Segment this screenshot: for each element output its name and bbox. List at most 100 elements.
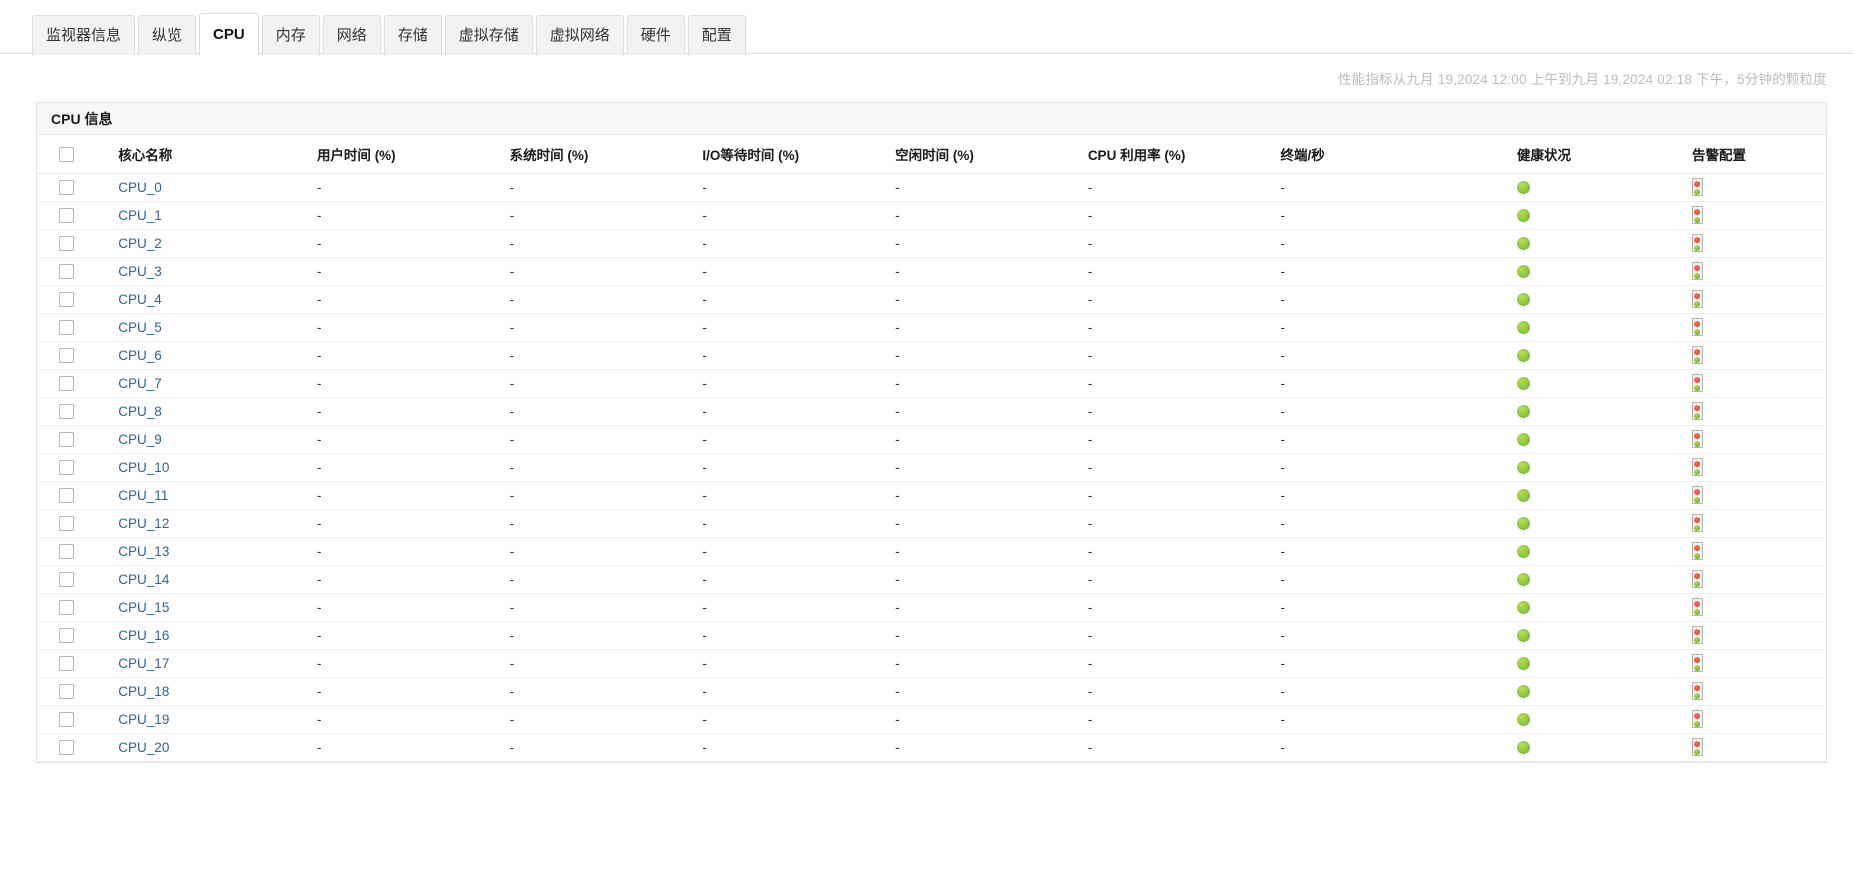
tab-9[interactable]: 配置 <box>687 15 746 55</box>
cell-idle: - <box>887 425 1080 454</box>
alert-config-cell <box>1683 201 1826 230</box>
cell-system: - <box>501 313 695 342</box>
core-name-link[interactable]: CPU_18 <box>118 684 169 699</box>
row-checkbox[interactable] <box>59 571 74 587</box>
row-checkbox[interactable] <box>59 207 74 223</box>
traffic-light-icon[interactable] <box>1691 178 1703 196</box>
traffic-light-icon[interactable] <box>1691 682 1703 700</box>
tab-0[interactable]: 监视器信息 <box>32 15 136 55</box>
traffic-light-icon[interactable] <box>1691 710 1703 728</box>
row-checkbox[interactable] <box>59 515 74 531</box>
core-name-link[interactable]: CPU_7 <box>118 376 162 391</box>
row-checkbox[interactable] <box>59 683 74 699</box>
row-checkbox[interactable] <box>59 459 74 475</box>
row-select-cell <box>37 341 111 370</box>
core-name-link[interactable]: CPU_8 <box>118 404 162 419</box>
cell-system: - <box>501 565 695 594</box>
core-name-link[interactable]: CPU_3 <box>118 264 162 279</box>
traffic-light-icon[interactable] <box>1691 430 1703 448</box>
traffic-light-icon[interactable] <box>1691 374 1703 392</box>
core-name-link[interactable]: CPU_12 <box>118 516 169 531</box>
traffic-light-icon[interactable] <box>1691 738 1703 756</box>
traffic-light-icon[interactable] <box>1691 318 1703 336</box>
tab-7[interactable]: 虚拟网络 <box>535 15 624 55</box>
core-name-link[interactable]: CPU_20 <box>118 740 169 755</box>
traffic-light-icon[interactable] <box>1691 262 1703 280</box>
traffic-light-icon[interactable] <box>1691 654 1703 672</box>
tab-8[interactable]: 硬件 <box>626 15 685 55</box>
cpu-table-scroll-area[interactable]: 核心名称 用户时间 (%) 系统时间 (%) I/O等待时间 (%) 空闲时间 (%) C… <box>37 135 1826 762</box>
core-name-link[interactable]: CPU_16 <box>118 628 169 643</box>
row-checkbox[interactable] <box>59 599 74 615</box>
core-name-link[interactable]: CPU_14 <box>118 572 169 587</box>
row-checkbox[interactable] <box>59 375 74 391</box>
row-checkbox[interactable] <box>59 739 74 755</box>
tab-1[interactable]: 纵览 <box>138 15 197 55</box>
core-name-link[interactable]: CPU_6 <box>118 348 162 363</box>
row-checkbox[interactable] <box>59 347 74 363</box>
tab-6[interactable]: 虚拟存储 <box>444 15 533 55</box>
cell-value: - <box>895 599 900 615</box>
row-checkbox[interactable] <box>59 711 74 727</box>
traffic-light-icon[interactable] <box>1691 514 1703 532</box>
table-row: CPU_6 - - - - - - <box>37 341 1826 370</box>
health-status-green-dot-icon <box>1517 601 1530 615</box>
cell-usage: - <box>1079 313 1273 342</box>
traffic-light-icon[interactable] <box>1691 570 1703 588</box>
tab-5[interactable]: 存储 <box>383 15 442 55</box>
tab-2[interactable]: CPU <box>199 13 259 56</box>
core-name-link[interactable]: CPU_13 <box>118 544 169 559</box>
row-checkbox[interactable] <box>59 627 74 643</box>
row-checkbox[interactable] <box>59 263 74 279</box>
cell-value: - <box>316 739 322 755</box>
select-all-checkbox[interactable] <box>59 146 74 162</box>
traffic-light-green-lamp-icon <box>1694 245 1701 251</box>
row-checkbox[interactable] <box>59 291 74 307</box>
core-name-link[interactable]: CPU_17 <box>118 656 169 671</box>
traffic-light-icon[interactable] <box>1691 206 1703 224</box>
traffic-light-icon[interactable] <box>1691 486 1703 504</box>
core-name-link[interactable]: CPU_11 <box>118 488 168 503</box>
traffic-light-icon[interactable] <box>1691 458 1703 476</box>
traffic-light-icon[interactable] <box>1691 598 1703 616</box>
cell-value: - <box>1280 235 1286 251</box>
traffic-light-icon[interactable] <box>1691 542 1703 560</box>
cell-user: - <box>308 509 502 538</box>
core-name-link[interactable]: CPU_1 <box>118 208 162 223</box>
cell-iowait: - <box>694 313 888 342</box>
cell-value: - <box>702 235 707 251</box>
traffic-light-icon[interactable] <box>1691 626 1703 644</box>
cell-idle: - <box>887 733 1080 762</box>
cell-value: - <box>316 179 322 195</box>
tab-4[interactable]: 网络 <box>322 15 381 55</box>
row-select-cell <box>37 677 111 706</box>
tab-3[interactable]: 内存 <box>261 15 320 55</box>
row-checkbox[interactable] <box>59 403 74 419</box>
traffic-light-icon[interactable] <box>1691 290 1703 308</box>
row-checkbox[interactable] <box>59 431 74 447</box>
core-name-link[interactable]: CPU_9 <box>118 432 162 447</box>
row-select-cell <box>37 229 111 258</box>
core-name-link[interactable]: CPU_0 <box>118 180 162 195</box>
core-name-link[interactable]: CPU_5 <box>118 320 162 335</box>
cell-idle: - <box>887 313 1080 342</box>
row-checkbox[interactable] <box>59 179 74 195</box>
core-name-link[interactable]: CPU_4 <box>118 292 162 307</box>
core-name-link[interactable]: CPU_2 <box>118 236 162 251</box>
cell-iowait: - <box>694 425 888 454</box>
row-checkbox[interactable] <box>59 235 74 251</box>
core-name-link[interactable]: CPU_19 <box>118 712 169 727</box>
traffic-light-icon[interactable] <box>1691 402 1703 420</box>
cell-usage: - <box>1079 677 1273 706</box>
row-checkbox[interactable] <box>59 543 74 559</box>
row-checkbox[interactable] <box>59 655 74 671</box>
cell-iowait: - <box>694 705 888 734</box>
traffic-light-icon[interactable] <box>1691 234 1703 252</box>
core-name-link[interactable]: CPU_15 <box>118 600 169 615</box>
traffic-light-red-lamp-icon <box>1694 573 1701 579</box>
table-row: CPU_14 - - - - - - <box>37 565 1826 594</box>
traffic-light-icon[interactable] <box>1691 346 1703 364</box>
core-name-link[interactable]: CPU_10 <box>118 460 169 475</box>
row-checkbox[interactable] <box>59 487 74 503</box>
row-checkbox[interactable] <box>59 319 74 335</box>
